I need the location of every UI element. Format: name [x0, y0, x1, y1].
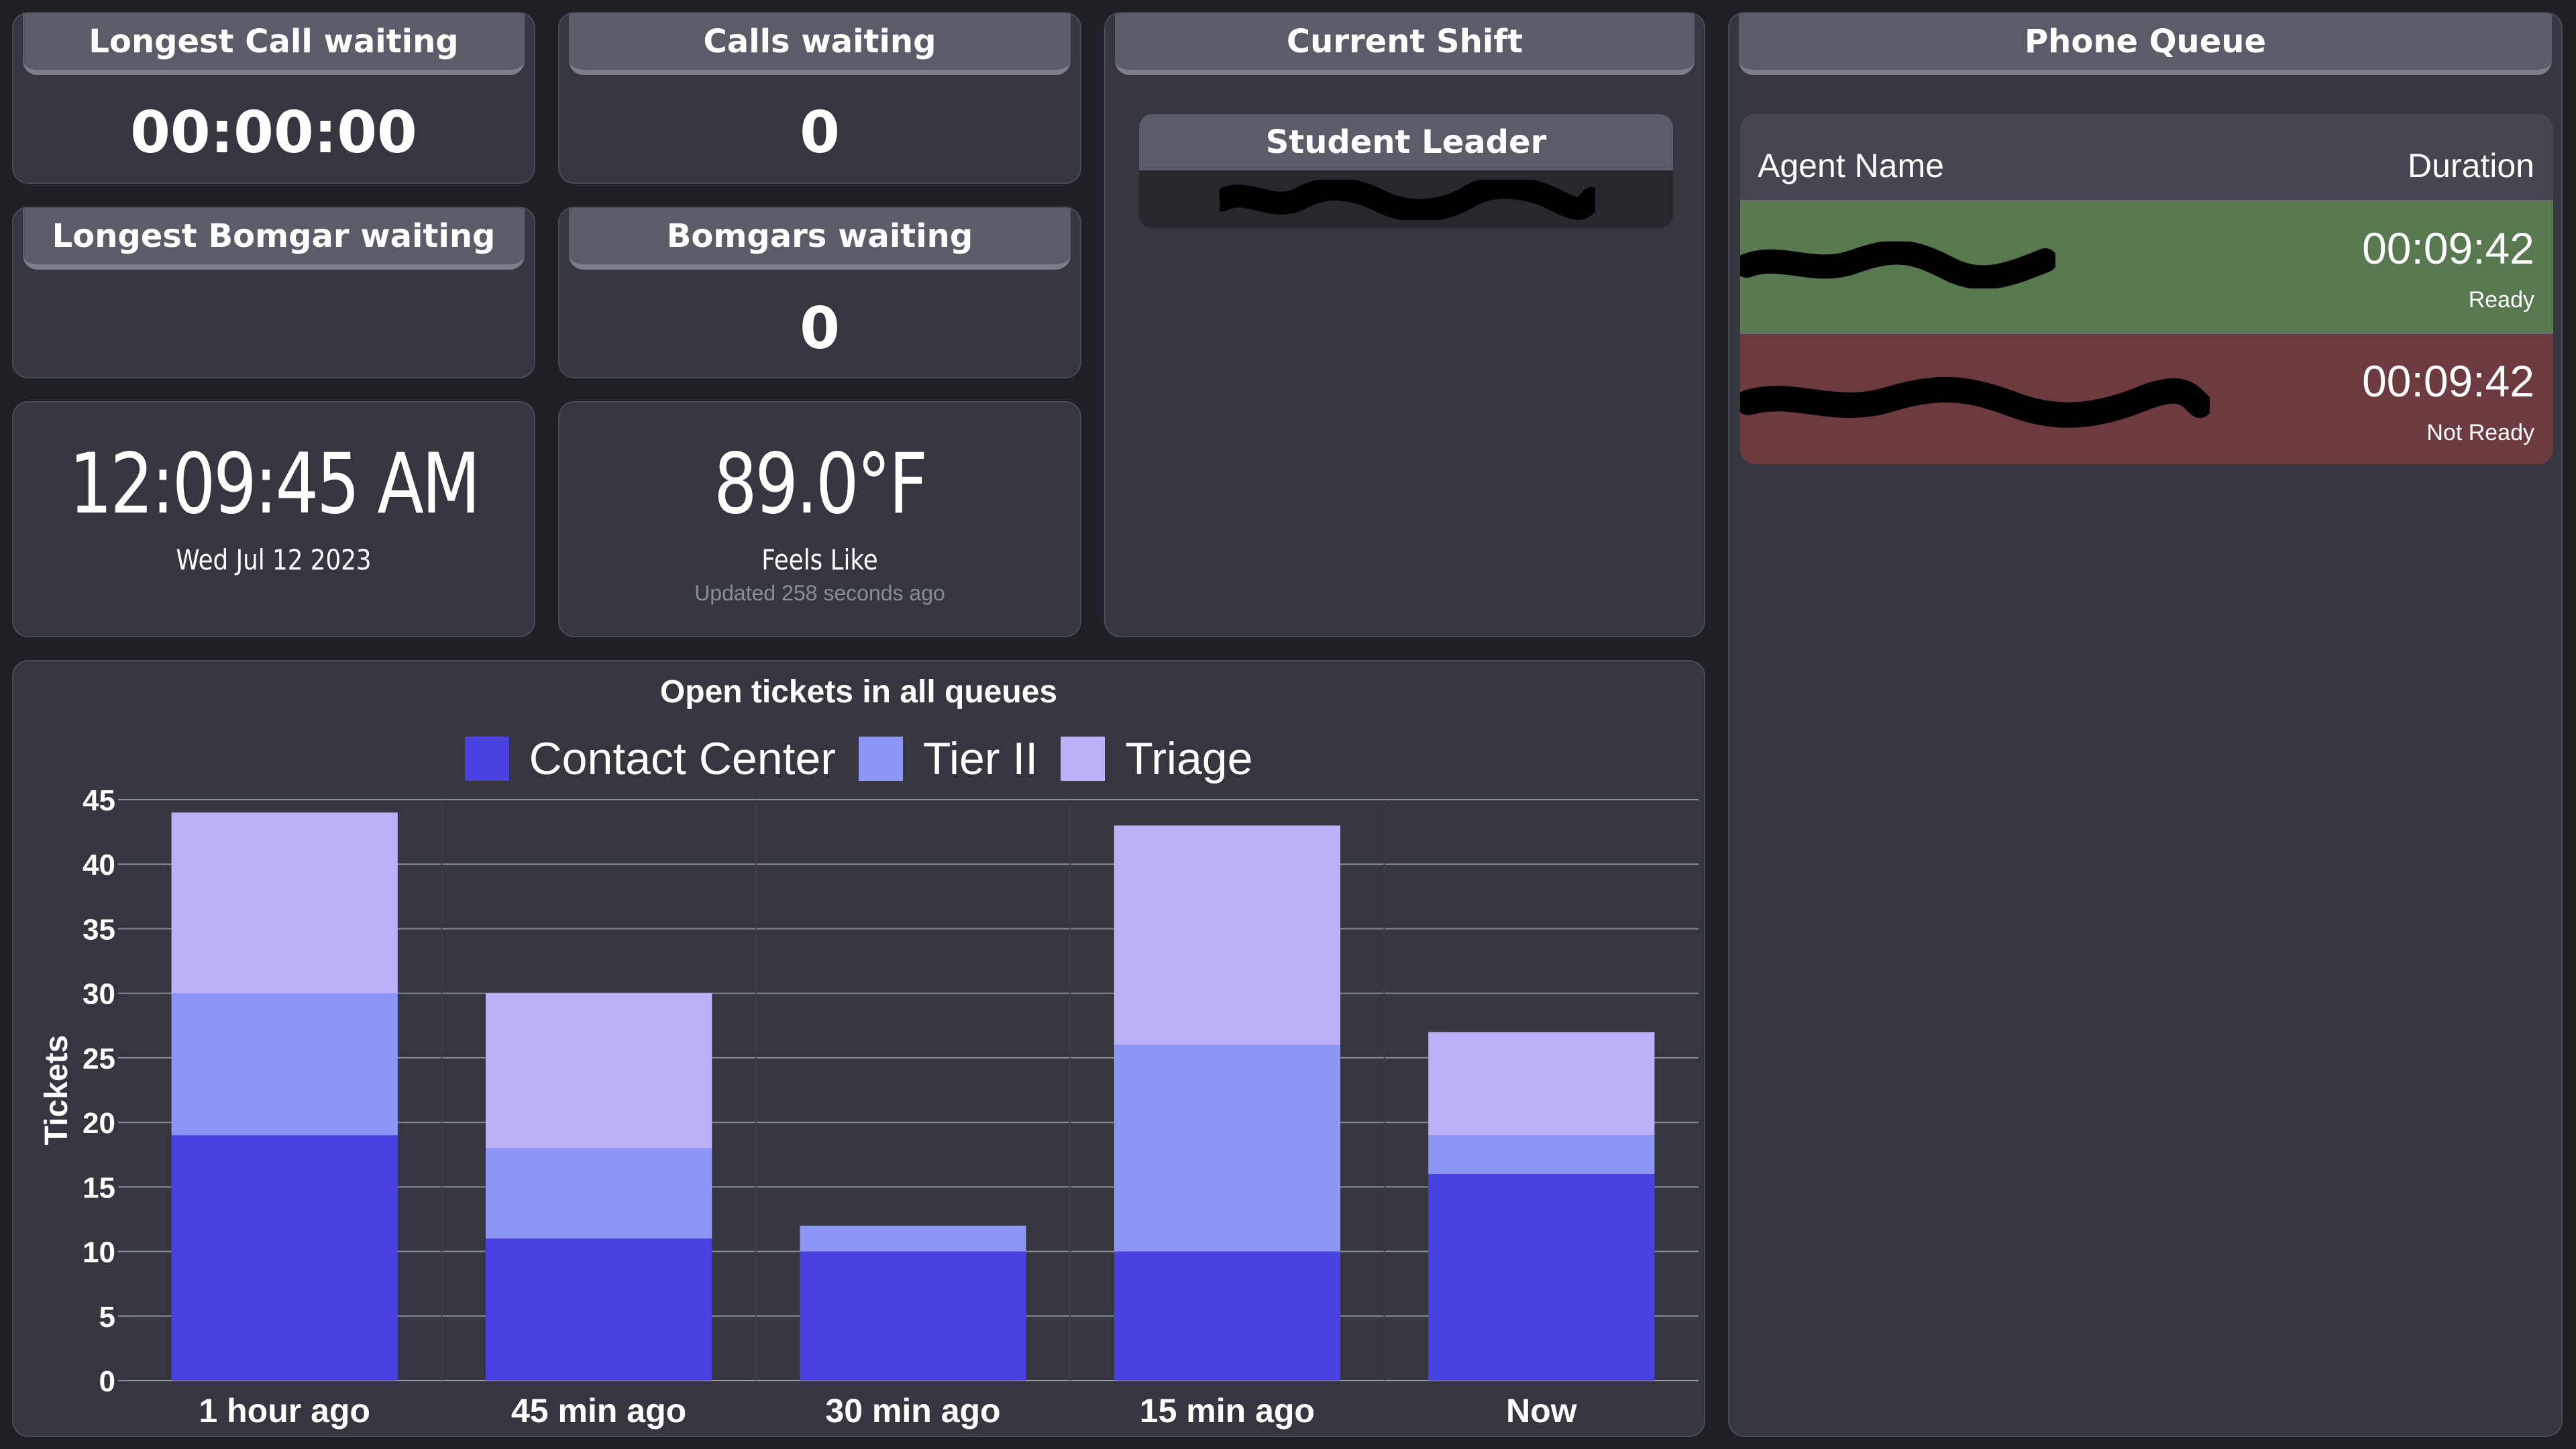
- bar-segment: [1114, 1251, 1341, 1381]
- longest-call-waiting-value: 00:00:00: [130, 99, 417, 166]
- y-tick-label: 15: [83, 1171, 115, 1204]
- card-title: Longest Bomgar waiting: [23, 208, 525, 270]
- queue-column-headers: Agent Name Duration: [1740, 114, 2553, 200]
- student-leader-box: Student Leader: [1139, 114, 1673, 228]
- bar-segment: [485, 993, 712, 1148]
- clock-date: Wed Jul 12 2023: [176, 543, 372, 576]
- y-tick-label: 5: [99, 1301, 115, 1334]
- y-tick-label: 20: [83, 1107, 115, 1140]
- redaction-scribble: [1740, 241, 2055, 288]
- bar-segment: [171, 1135, 398, 1381]
- column-duration: Duration: [2408, 147, 2534, 184]
- y-tick-label: 35: [83, 913, 115, 946]
- agent-status: Not Ready: [2426, 420, 2534, 445]
- card-title: Bomgars waiting: [569, 208, 1071, 270]
- x-tick-label: 15 min ago: [1140, 1392, 1315, 1430]
- bar-segment: [1428, 1174, 1655, 1381]
- y-tick-label: 40: [83, 849, 115, 881]
- y-tick-label: 0: [99, 1365, 115, 1398]
- x-tick-label: 30 min ago: [825, 1392, 1000, 1430]
- calls-waiting-value: 0: [800, 99, 840, 166]
- feels-like-label: Feels Like: [761, 543, 878, 576]
- column-agent-name: Agent Name: [1758, 147, 1944, 184]
- bar-segment: [1428, 1032, 1655, 1136]
- bar-segment: [1114, 825, 1341, 1045]
- bar-segment: [485, 1148, 712, 1239]
- agent-status: Ready: [2468, 287, 2534, 313]
- longest-call-waiting-card: Longest Call waiting 00:00:00: [12, 12, 535, 184]
- student-leader-name: [1139, 170, 1673, 228]
- bar-segment: [171, 812, 398, 994]
- x-tick-label: 45 min ago: [511, 1392, 686, 1430]
- current-shift-card: Current Shift Student Leader: [1104, 12, 1705, 637]
- weather-card: 89.0°F Feels Like Updated 258 seconds ag…: [558, 401, 1081, 637]
- weather-updated-note: Updated 258 seconds ago: [694, 581, 945, 605]
- clock-time: 12:09:45 AM: [68, 436, 480, 533]
- clock-card: 12:09:45 AM Wed Jul 12 2023: [12, 401, 535, 637]
- card-title: Current Shift: [1115, 13, 1695, 75]
- agent-duration: 00:09:42: [2362, 223, 2534, 273]
- card-title: Longest Call waiting: [23, 13, 525, 75]
- x-tick-label: 1 hour ago: [199, 1392, 370, 1430]
- y-axis-label: Tickets: [39, 1035, 74, 1146]
- longest-bomgar-waiting-card: Longest Bomgar waiting: [12, 207, 535, 378]
- calls-waiting-card: Calls waiting 0: [558, 12, 1081, 184]
- y-tick-label: 10: [83, 1236, 115, 1269]
- bomgars-waiting-card: Bomgars waiting 0: [558, 207, 1081, 378]
- phone-queue-card: Phone Queue Agent Name Duration 00:09:42…: [1728, 12, 2563, 1437]
- agent-row: 00:09:42 Not Ready: [1740, 333, 2553, 464]
- y-tick-label: 30: [83, 978, 115, 1011]
- bomgars-waiting-value: 0: [800, 295, 840, 362]
- redaction-scribble: [1740, 376, 2210, 428]
- bar-segment: [1428, 1135, 1655, 1175]
- student-leader-title: Student Leader: [1139, 114, 1673, 170]
- bar-segment: [800, 1251, 1026, 1381]
- bar-segment: [800, 1226, 1026, 1252]
- phone-queue-table: Agent Name Duration 00:09:42 Ready 00:09…: [1740, 114, 2553, 464]
- card-title: Phone Queue: [1739, 13, 2552, 75]
- temperature-value: 89.0°F: [713, 436, 928, 533]
- y-tick-label: 45: [83, 784, 115, 817]
- x-tick-label: Now: [1506, 1392, 1577, 1430]
- agent-duration: 00:09:42: [2362, 356, 2534, 406]
- bar-segment: [485, 1238, 712, 1381]
- y-tick-label: 25: [83, 1042, 115, 1075]
- bar-segment: [171, 993, 398, 1136]
- bar-segment: [1114, 1044, 1341, 1252]
- redaction-scribble: [1220, 180, 1595, 220]
- agent-row: 00:09:42 Ready: [1740, 200, 2553, 333]
- stacked-bar-chart: 0 5 10 15 20 25 30 35 40 45 Tickets 1 hour ago 45 mi…: [39, 784, 1699, 1430]
- card-title: Calls waiting: [569, 13, 1071, 75]
- open-tickets-chart-card: Open tickets in all queues Contact Cente…: [12, 660, 1705, 1437]
